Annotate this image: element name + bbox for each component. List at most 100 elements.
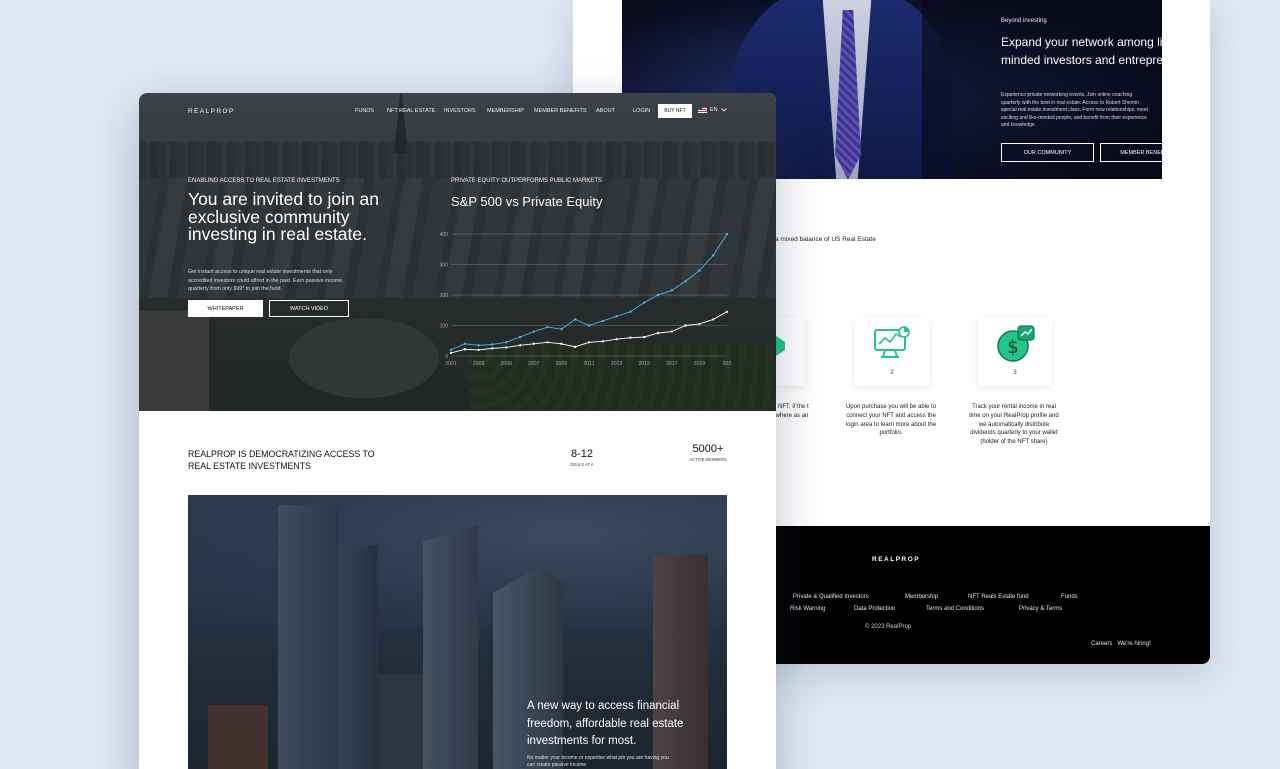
chevron-down-icon (720, 108, 727, 112)
data-point (615, 315, 618, 318)
careers-link[interactable]: Careers We're hiring! (1091, 641, 1151, 647)
step-card-2: 2 (855, 318, 929, 386)
nav-item-membership[interactable]: MEMBERSHIP (487, 108, 524, 114)
footer-link-terms[interactable]: Terms and Conditions (926, 606, 984, 612)
data-point (546, 341, 549, 344)
hero-title: You are invited to join an exclusive com… (188, 189, 380, 244)
data-point (587, 341, 591, 344)
data-point (601, 340, 604, 343)
data-point (643, 301, 646, 304)
hero-eyebrow: ENABLING ACCESS TO REAL ESTATE INVESTMEN… (188, 178, 340, 184)
x-tick-label: 2005 (500, 361, 512, 367)
members-value: 5000+ (692, 443, 724, 455)
whitepaper-button[interactable]: WHITEPAPER (188, 300, 263, 317)
nav-item-investors[interactable]: INVESTORS (444, 108, 476, 114)
x-tick-label: 2011 (583, 361, 594, 367)
mixed-balance-text: a mixed balance of US Real Estate (775, 236, 876, 243)
y-tick-label: 300 (440, 263, 449, 269)
footer-link-membership[interactable]: Membership (905, 594, 938, 600)
city-title: A new way to access financial freedom, a… (527, 700, 684, 747)
data-point (643, 335, 646, 339)
x-tick-label: 202 (723, 361, 732, 367)
hero-section: REALPROP FUNDS NFT REAL ESTATE INVESTORS… (139, 93, 776, 411)
members-label: ACTIVE MEMBERS (689, 457, 727, 462)
footer-link-investors[interactable]: Private & Qualified Investors (793, 594, 869, 600)
x-tick-label: 2001 (445, 361, 457, 367)
data-point (656, 293, 660, 297)
svg-text:$: $ (1007, 337, 1018, 358)
careers-label: Careers (1091, 641, 1113, 647)
step-description-2: Upon purchase you will be able to connec… (845, 404, 937, 437)
data-point (477, 344, 480, 347)
chart-eyebrow: PRIVATE EQUITY OUTPERFORMS PUBLIC MARKET… (451, 178, 603, 184)
data-point (491, 343, 494, 346)
brand-logo[interactable]: REALPROP (188, 108, 235, 115)
data-point (629, 310, 632, 313)
x-tick-label: 2009 (556, 361, 568, 367)
step-card-3: $ 3 (978, 318, 1052, 386)
footer-link-funds[interactable]: Funds (1061, 594, 1078, 600)
footer-link-risk-warning[interactable]: Risk Warning (790, 606, 825, 612)
deals-value: 8-12 (570, 448, 594, 460)
network-text: Experience private networking events. Jo… (1001, 92, 1149, 129)
data-point (698, 322, 701, 326)
nav-item-member-benefits[interactable]: MEMBER BENEFITS (534, 108, 587, 114)
members-stat: 5000+ ACTIVE MEMBERS (687, 443, 729, 463)
step-number: 3 (1013, 370, 1017, 376)
data-point (491, 347, 494, 350)
data-point (684, 280, 687, 283)
data-point (532, 342, 535, 345)
x-tick-label: 2003 (473, 361, 485, 367)
step-number: 2 (890, 370, 894, 376)
y-tick-label: 200 (440, 293, 449, 299)
x-tick-label: 2015 (638, 361, 650, 367)
data-point (477, 348, 480, 352)
data-point (518, 344, 522, 347)
data-point (670, 289, 673, 292)
network-title: Expand your network among like -minded i… (1001, 35, 1162, 67)
data-point (518, 335, 522, 339)
y-tick-label: 100 (440, 324, 449, 330)
nav-item-about[interactable]: ABOUT (596, 108, 615, 114)
deals-stat: 8-12 DEALS AT A (562, 448, 602, 468)
dollar-growth-icon: $ (996, 324, 1036, 369)
network-eyebrow: Beyond investing (1001, 18, 1047, 24)
footer-link-nft-fund[interactable]: NFT Reals Estate fund (968, 594, 1029, 600)
data-point (449, 348, 453, 352)
data-point (725, 232, 729, 236)
nav-item-funds[interactable]: FUNDS (355, 108, 374, 114)
our-community-button[interactable]: OUR COMMUNITY (1001, 143, 1094, 162)
data-point (449, 351, 453, 355)
data-point (463, 348, 466, 351)
chart-title: S&P 500 vs Private Equity (451, 194, 603, 209)
data-point (725, 310, 729, 313)
member-benefits-button[interactable]: MEMBER BENEFITS (1100, 143, 1162, 162)
series-line-1 (450, 233, 728, 351)
watch-video-button[interactable]: WATCH VIDEO (269, 300, 349, 317)
data-point (532, 330, 535, 333)
city-banner: A new way to access financial freedom, a… (188, 495, 727, 769)
data-point (560, 342, 563, 345)
footer-link-privacy[interactable]: Privacy & Terms (1019, 606, 1062, 612)
data-point (574, 345, 577, 349)
data-point (574, 318, 577, 321)
nav-item-nft-real-estate[interactable]: NFT REAL ESTATE (387, 108, 435, 114)
footer-logo[interactable]: REALPROP (872, 556, 920, 563)
language-label: EN (710, 107, 718, 113)
data-point (505, 341, 508, 344)
monitor-chart-icon (873, 324, 911, 367)
democratizing-title: REALPROP IS DEMOCRATIZING ACCESS TO REAL… (188, 449, 375, 471)
footer-link-data-protection[interactable]: Data Protection (854, 606, 895, 612)
login-link[interactable]: LOGIN (633, 108, 650, 114)
data-point (712, 318, 715, 321)
data-point (601, 319, 604, 323)
us-flag-icon (698, 107, 707, 113)
buy-nft-button[interactable]: BUY NFT (658, 104, 692, 118)
x-tick-label: 2013 (611, 361, 623, 367)
deals-label: DEALS AT A (570, 462, 594, 467)
data-point (698, 269, 701, 272)
data-point (615, 338, 618, 341)
language-selector[interactable]: EN (698, 107, 727, 113)
series-line-2 (450, 311, 728, 354)
copyright: © 2023 RealProp (865, 624, 912, 630)
